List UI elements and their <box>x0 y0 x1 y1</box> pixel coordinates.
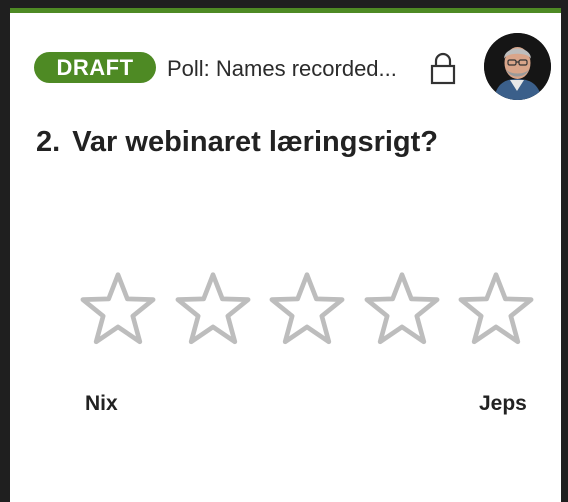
status-badge: DRAFT <box>34 52 156 83</box>
rating-max-label: Jeps <box>479 392 527 415</box>
poll-card: DRAFT Poll: Names recorded... <box>10 8 561 502</box>
question-number: 2. <box>36 126 61 158</box>
star-3-icon[interactable] <box>268 270 346 348</box>
star-rating <box>79 270 549 350</box>
star-1-icon[interactable] <box>79 270 157 348</box>
rating-min-label: Nix <box>85 392 118 415</box>
question-text: Var webinaret læringsrigt? <box>72 126 439 158</box>
poll-header: DRAFT Poll: Names recorded... <box>34 33 553 100</box>
app-frame: DRAFT Poll: Names recorded... 2. Var web… <box>0 0 568 502</box>
avatar[interactable] <box>484 33 551 100</box>
lock-icon <box>430 51 456 85</box>
star-4-icon[interactable] <box>363 270 441 348</box>
poll-title: Poll: Names recorded... <box>167 56 397 81</box>
star-2-icon[interactable] <box>174 270 252 348</box>
star-5-icon[interactable] <box>457 270 535 348</box>
question: 2. Var webinaret læringsrigt? <box>36 125 438 159</box>
